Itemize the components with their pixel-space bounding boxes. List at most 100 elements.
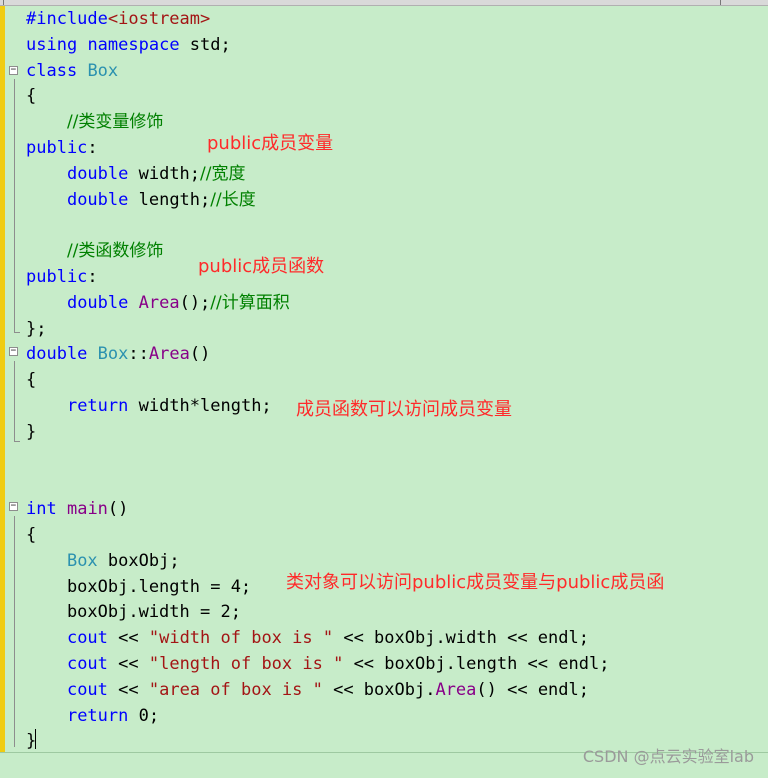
code-token: () bbox=[189, 344, 211, 365]
collapse-main-function-icon[interactable]: − bbox=[9, 502, 18, 511]
text-cursor bbox=[35, 729, 36, 749]
code-token: << boxObj.length << endl; bbox=[343, 654, 610, 674]
code-token: using bbox=[26, 34, 78, 55]
code-token: () << endl; bbox=[476, 679, 589, 700]
code-token: public bbox=[26, 138, 88, 158]
code-token: Area bbox=[148, 344, 190, 365]
code-token: (); bbox=[179, 292, 211, 313]
code-token: }; bbox=[26, 318, 47, 339]
code-token: 0; bbox=[128, 705, 160, 726]
code-line[interactable]: { bbox=[26, 83, 36, 109]
code-token: double bbox=[66, 163, 129, 184]
code-token: << bbox=[107, 654, 149, 674]
code-line[interactable]: public: bbox=[26, 135, 98, 161]
outline-guide-end bbox=[14, 441, 20, 442]
code-token: Area bbox=[435, 679, 477, 700]
code-line[interactable]: Box boxObj; bbox=[26, 548, 180, 574]
code-line[interactable]: boxObj.length = 4; bbox=[26, 574, 251, 600]
code-line[interactable]: return width*length; bbox=[26, 393, 272, 419]
code-token: double bbox=[26, 344, 88, 365]
code-line[interactable]: cout << "width of box is " << boxObj.wid… bbox=[26, 625, 589, 651]
code-token: << boxObj.width << endl; bbox=[333, 628, 589, 649]
code-token: << bbox=[107, 628, 149, 649]
code-line[interactable]: //类变量修饰 bbox=[26, 109, 163, 135]
code-token: } bbox=[26, 421, 37, 442]
top-border-mark bbox=[720, 0, 721, 5]
code-token: << boxObj. bbox=[322, 679, 436, 700]
code-token: "length of box is " bbox=[148, 654, 344, 674]
code-line[interactable]: //类函数修饰 bbox=[26, 238, 163, 264]
code-line[interactable]: double width;//宽度 bbox=[26, 161, 246, 187]
annotation-object-access: 类对象可以访问public成员变量与public成员函 bbox=[286, 572, 665, 593]
top-border-mark bbox=[3, 0, 4, 5]
code-line[interactable]: class Box bbox=[26, 58, 118, 84]
code-token: public bbox=[26, 267, 88, 287]
change-indicator-gutter bbox=[0, 6, 5, 752]
code-line[interactable]: using namespace std; bbox=[26, 32, 231, 58]
code-token: //长度 bbox=[210, 189, 256, 210]
code-token: //类变量修饰 bbox=[66, 112, 164, 133]
code-line[interactable]: }; bbox=[26, 316, 46, 342]
code-line[interactable]: } bbox=[26, 419, 36, 445]
code-line[interactable]: double length;//长度 bbox=[26, 187, 256, 213]
code-token: boxObj.length = 4; bbox=[26, 576, 252, 597]
code-line[interactable]: boxObj.width = 2; bbox=[26, 599, 241, 625]
code-token: main bbox=[66, 499, 108, 520]
code-line[interactable]: double Box::Area() bbox=[26, 341, 210, 367]
code-token: width; bbox=[128, 163, 201, 184]
code-token: { bbox=[26, 370, 37, 391]
code-token: << bbox=[107, 679, 149, 700]
code-line[interactable]: double Area();//计算面积 bbox=[26, 290, 290, 316]
code-line[interactable]: { bbox=[26, 367, 36, 393]
code-token: class bbox=[26, 60, 78, 81]
code-token: double bbox=[66, 189, 129, 210]
code-token: length; bbox=[128, 189, 211, 210]
code-line[interactable]: int main() bbox=[26, 496, 128, 522]
code-token: :: bbox=[128, 344, 149, 365]
code-line[interactable]: cout << "area of box is " << boxObj.Area… bbox=[26, 677, 589, 703]
annotation-public-functions: public成员函数 bbox=[198, 256, 325, 277]
annotation-public-members: public成员变量 bbox=[207, 133, 334, 154]
outline-guide-class bbox=[14, 79, 15, 332]
code-line[interactable]: #include<iostream> bbox=[26, 6, 210, 32]
outline-guide-end bbox=[14, 332, 20, 333]
code-token: //宽度 bbox=[200, 163, 246, 184]
code-line[interactable]: return 0; bbox=[26, 703, 159, 729]
collapse-area-function-icon[interactable]: − bbox=[9, 347, 18, 356]
code-token: cout bbox=[66, 654, 108, 674]
code-token: namespace bbox=[87, 34, 180, 55]
code-token: //计算面积 bbox=[210, 292, 290, 313]
code-token: cout bbox=[66, 628, 108, 649]
code-token: Box bbox=[66, 550, 98, 571]
outline-guide-area bbox=[14, 361, 15, 441]
code-token: cout bbox=[66, 679, 108, 700]
code-line[interactable]: { bbox=[26, 522, 36, 548]
code-token: () bbox=[107, 499, 129, 520]
code-line[interactable]: public: bbox=[26, 264, 98, 290]
code-token: "width of box is " bbox=[148, 628, 334, 649]
collapse-class-box-icon[interactable]: − bbox=[9, 66, 18, 75]
code-token: std; bbox=[179, 34, 231, 55]
code-line[interactable]: cout << "length of box is " << boxObj.le… bbox=[26, 651, 609, 677]
annotation-member-access: 成员函数可以访问成员变量 bbox=[296, 399, 512, 420]
code-token: #include bbox=[26, 9, 108, 29]
code-token: int bbox=[26, 499, 57, 520]
code-token: return bbox=[66, 705, 129, 726]
code-token: Box bbox=[87, 60, 119, 81]
code-token: : bbox=[87, 267, 98, 287]
code-token: { bbox=[26, 525, 37, 545]
code-token: return bbox=[66, 396, 129, 416]
